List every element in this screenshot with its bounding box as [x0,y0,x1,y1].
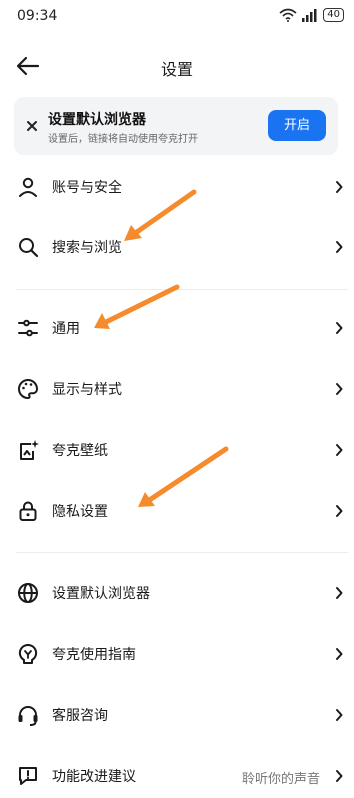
chevron-right-icon [336,770,343,782]
chevron-right-icon [336,444,343,456]
chevron-right-icon [336,648,343,660]
user-icon [19,177,37,197]
wallpaper-icon [20,440,39,460]
palette-icon [18,378,38,400]
close-icon[interactable] [24,118,40,134]
settings-row[interactable]: 客服咨询 [0,689,354,741]
settings-row[interactable]: 显示与样式 [0,363,354,415]
settings-row[interactable]: 账号与安全 [0,161,354,213]
settings-row-label: 显示与样式 [52,382,122,398]
settings-row-label: 账号与安全 [52,180,122,196]
chevron-right-icon [336,709,343,721]
settings-row[interactable]: 通用 [0,302,354,354]
battery-indicator: 40 [323,8,344,22]
guide-icon [18,643,38,664]
wifi-icon [279,8,297,22]
chevron-right-icon [336,383,343,395]
header: 设置 [0,44,354,88]
section-divider [16,552,348,553]
default-browser-banner: 设置默认浏览器 设置后，链接将自动使用夸克打开 开启 [14,97,338,155]
settings-row-label: 隐私设置 [52,504,108,520]
settings-row[interactable]: 夸克壁纸 [0,424,354,476]
page-title: 设置 [160,60,193,79]
settings-row[interactable]: 隐私设置 [0,485,354,537]
feedback-icon [19,767,37,785]
banner-title: 设置默认浏览器 [48,112,146,128]
settings-row[interactable]: 功能改进建议 聆听你的声音 [0,750,354,798]
search-icon [19,238,39,258]
settings-row[interactable]: 夸克使用指南 [0,628,354,680]
settings-row[interactable]: 设置默认浏览器 [0,567,354,619]
signal-icon [302,9,317,22]
lock-icon [19,501,37,521]
settings-row-label: 夸克壁纸 [52,443,108,459]
section-divider [16,289,348,290]
chevron-right-icon [336,241,343,253]
settings-row-label: 客服咨询 [52,708,108,724]
chevron-right-icon [336,587,343,599]
globe-icon [18,583,38,603]
settings-row-label: 通用 [52,321,80,337]
chevron-right-icon [336,181,343,193]
settings-row-label: 夸克使用指南 [52,647,136,663]
status-bar: 09:34 40 [0,0,354,32]
status-icons: 40 [279,8,344,22]
chevron-right-icon [336,322,343,334]
settings-row-label: 搜索与浏览 [52,240,122,256]
banner-subtitle: 设置后，链接将自动使用夸克打开 [48,134,198,145]
settings-row-label: 设置默认浏览器 [52,586,150,602]
settings-row[interactable]: 搜索与浏览 [0,221,354,273]
enable-button[interactable]: 开启 [268,110,326,141]
headset-icon [18,706,38,726]
settings-row-label: 功能改进建议 [52,769,136,785]
status-time: 09:34 [17,8,58,24]
settings-row-hint: 聆听你的声音 [241,772,320,787]
chevron-right-icon [336,505,343,517]
sliders-icon [18,319,38,337]
